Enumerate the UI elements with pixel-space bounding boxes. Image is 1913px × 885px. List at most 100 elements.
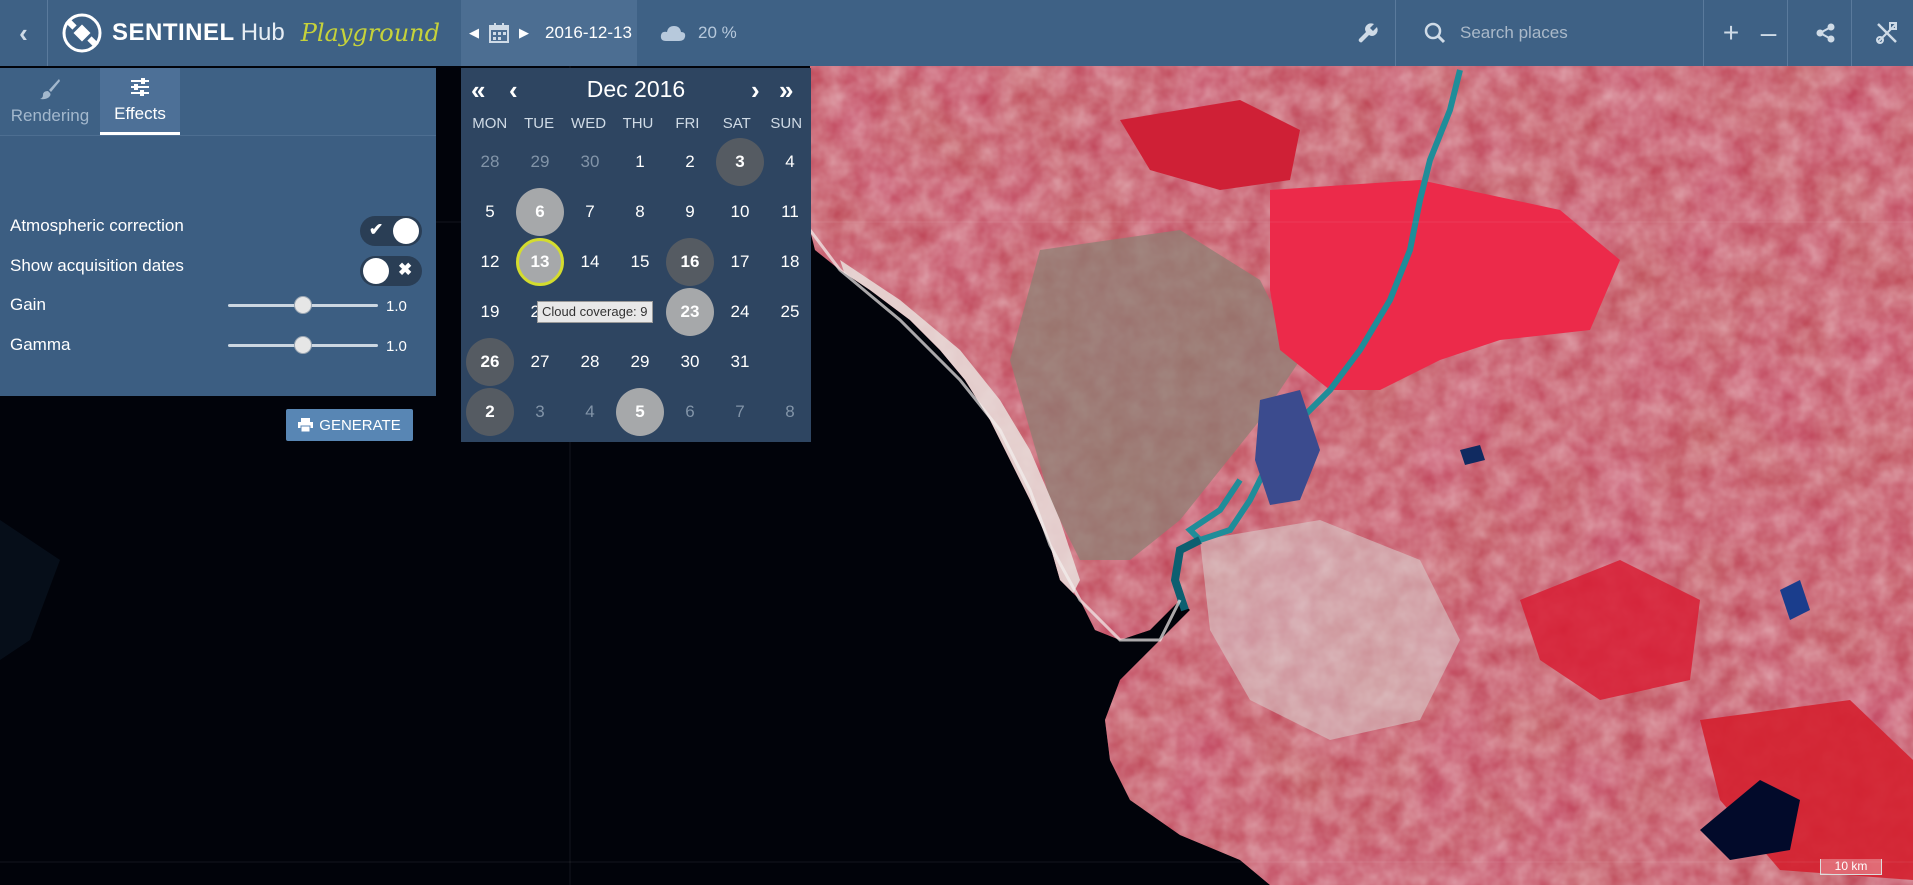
calendar-day[interactable]: 8 [616, 188, 664, 236]
calendar-day[interactable]: 7 [566, 188, 614, 236]
wrench-icon [1358, 23, 1378, 43]
toggle-knob [393, 218, 419, 244]
calendar-day[interactable]: 4 [766, 138, 814, 186]
measure-tools-button[interactable] [1860, 0, 1913, 66]
generate-label: GENERATE [319, 416, 401, 434]
calendar-day[interactable]: 29 [616, 338, 664, 386]
effects-body: Atmospheric correction ✔ Show acquisitio… [0, 135, 436, 441]
atmospheric-correction-toggle[interactable]: ✔ [360, 216, 422, 246]
calendar-day[interactable]: 10 [716, 188, 764, 236]
calendar-day[interactable]: 6 [666, 388, 714, 436]
gain-label: Gain [10, 295, 46, 314]
weekday-label: SUN [770, 114, 803, 132]
date-picker[interactable]: ◀ ▶ 2016-12-13 [461, 0, 637, 66]
calendar-day-available[interactable]: 16 [666, 238, 714, 286]
collapse-panel-button[interactable]: ‹ [0, 0, 48, 66]
calendar-day[interactable]: 28 [466, 138, 514, 186]
selected-date[interactable]: 2016-12-13 [545, 23, 632, 43]
slider-thumb[interactable] [294, 296, 312, 314]
gamma-value: 1.0 [386, 338, 407, 355]
calendar-day[interactable]: 15 [616, 238, 664, 286]
calendar-day[interactable]: 19 [466, 288, 514, 336]
calendar-day-available[interactable]: 2 [466, 388, 514, 436]
calendar-grid: 2829301234567891011121314151617181920212… [461, 136, 811, 436]
next-year-button[interactable]: » [779, 75, 793, 106]
print-icon [298, 418, 314, 432]
calendar-day[interactable]: 2 [666, 138, 714, 186]
brush-icon [40, 78, 60, 99]
calendar-day[interactable]: 8 [766, 388, 814, 436]
cloud-icon [660, 26, 686, 41]
map-scale-bar: 10 km [1820, 859, 1882, 875]
calendar-day[interactable]: 17 [716, 238, 764, 286]
calendar-day[interactable]: 28 [566, 338, 614, 386]
calendar-day-available[interactable]: 26 [466, 338, 514, 386]
generate-button[interactable]: GENERATE [286, 409, 413, 441]
caret-right-icon[interactable]: ▶ [519, 25, 529, 41]
tab-effects-label: Effects [114, 104, 166, 123]
calendar-day[interactable]: 29 [516, 138, 564, 186]
top-bar: ‹ SENTINEL Hub Playground ◀ ▶ 2016-12-13… [0, 0, 1913, 66]
x-icon: ✖ [398, 260, 413, 279]
calendar-day[interactable]: 4 [566, 388, 614, 436]
acquisition-dates-toggle[interactable]: ✖ [360, 256, 422, 286]
zoom-in-button[interactable]: + [1712, 0, 1750, 66]
calendar-day[interactable]: 7 [716, 388, 764, 436]
share-icon [1816, 23, 1834, 43]
tab-effects[interactable]: Effects [100, 68, 180, 135]
settings-button[interactable] [1340, 0, 1396, 66]
calendar-day[interactable]: 3 [516, 388, 564, 436]
calendar-day[interactable]: 18 [766, 238, 814, 286]
calendar-day[interactable]: 12 [466, 238, 514, 286]
slider-thumb[interactable] [294, 336, 312, 354]
search-bar [1410, 0, 1704, 66]
zoom-out-button[interactable]: – [1750, 0, 1788, 66]
next-month-button[interactable]: › [751, 75, 760, 106]
brand-hub: Hub [240, 19, 285, 46]
calendar-icon[interactable] [489, 23, 509, 43]
chevron-left-icon: ‹ [19, 17, 28, 48]
calendar-day[interactable]: 25 [766, 288, 814, 336]
acquisition-dates-label: Show acquisition dates [10, 256, 184, 275]
calendar-day[interactable]: 31 [716, 338, 764, 386]
toggle-knob [363, 258, 389, 284]
cloud-coverage-filter[interactable]: 20 % [660, 0, 737, 66]
calendar-day[interactable]: 24 [716, 288, 764, 336]
panel-tabs: Rendering Effects [0, 68, 436, 135]
settings-panel: Rendering Effects Atmospheric correction… [0, 68, 436, 441]
gain-value: 1.0 [386, 298, 407, 315]
weekday-label: MON [472, 114, 508, 132]
weekday-label: FRI [675, 114, 700, 132]
weekday-label: SAT [722, 114, 751, 132]
calendar-day-available[interactable]: 5 [616, 388, 664, 436]
brand-playground: Playground [300, 19, 440, 47]
weekday-label: THU [622, 114, 654, 132]
gamma-slider[interactable] [228, 335, 378, 355]
calendar-day[interactable]: 1 [616, 138, 664, 186]
share-button[interactable] [1800, 0, 1852, 66]
search-places-input[interactable] [1460, 23, 1690, 43]
satellite-logo-icon [62, 13, 102, 53]
calendar-day[interactable]: 30 [666, 338, 714, 386]
check-icon: ✔ [369, 220, 384, 239]
app-logo: SENTINEL Hub Playground [48, 0, 445, 66]
brand-sentinel: SENTINEL [112, 19, 235, 46]
tab-rendering-label: Rendering [10, 105, 90, 125]
calendar-day-selected[interactable]: 13 [516, 238, 564, 286]
calendar-day[interactable]: 5 [466, 188, 514, 236]
calendar-day-available[interactable]: 23 [666, 288, 714, 336]
sliders-icon [131, 78, 149, 96]
calendar-day-available[interactable]: 6 [516, 188, 564, 236]
calendar-day[interactable]: 14 [566, 238, 614, 286]
calendar-day[interactable]: 9 [666, 188, 714, 236]
weekday-label: WED [571, 114, 607, 132]
calendar-day-available[interactable]: 3 [716, 138, 764, 186]
caret-left-icon[interactable]: ◀ [469, 25, 479, 41]
tools-icon [1875, 22, 1897, 44]
tab-rendering[interactable]: Rendering [0, 68, 100, 135]
gain-slider[interactable] [228, 295, 378, 315]
calendar-header: « ‹ Dec 2016 › » [461, 68, 811, 110]
calendar-day[interactable]: 30 [566, 138, 614, 186]
calendar-day[interactable]: 11 [766, 188, 814, 236]
calendar-day[interactable]: 27 [516, 338, 564, 386]
